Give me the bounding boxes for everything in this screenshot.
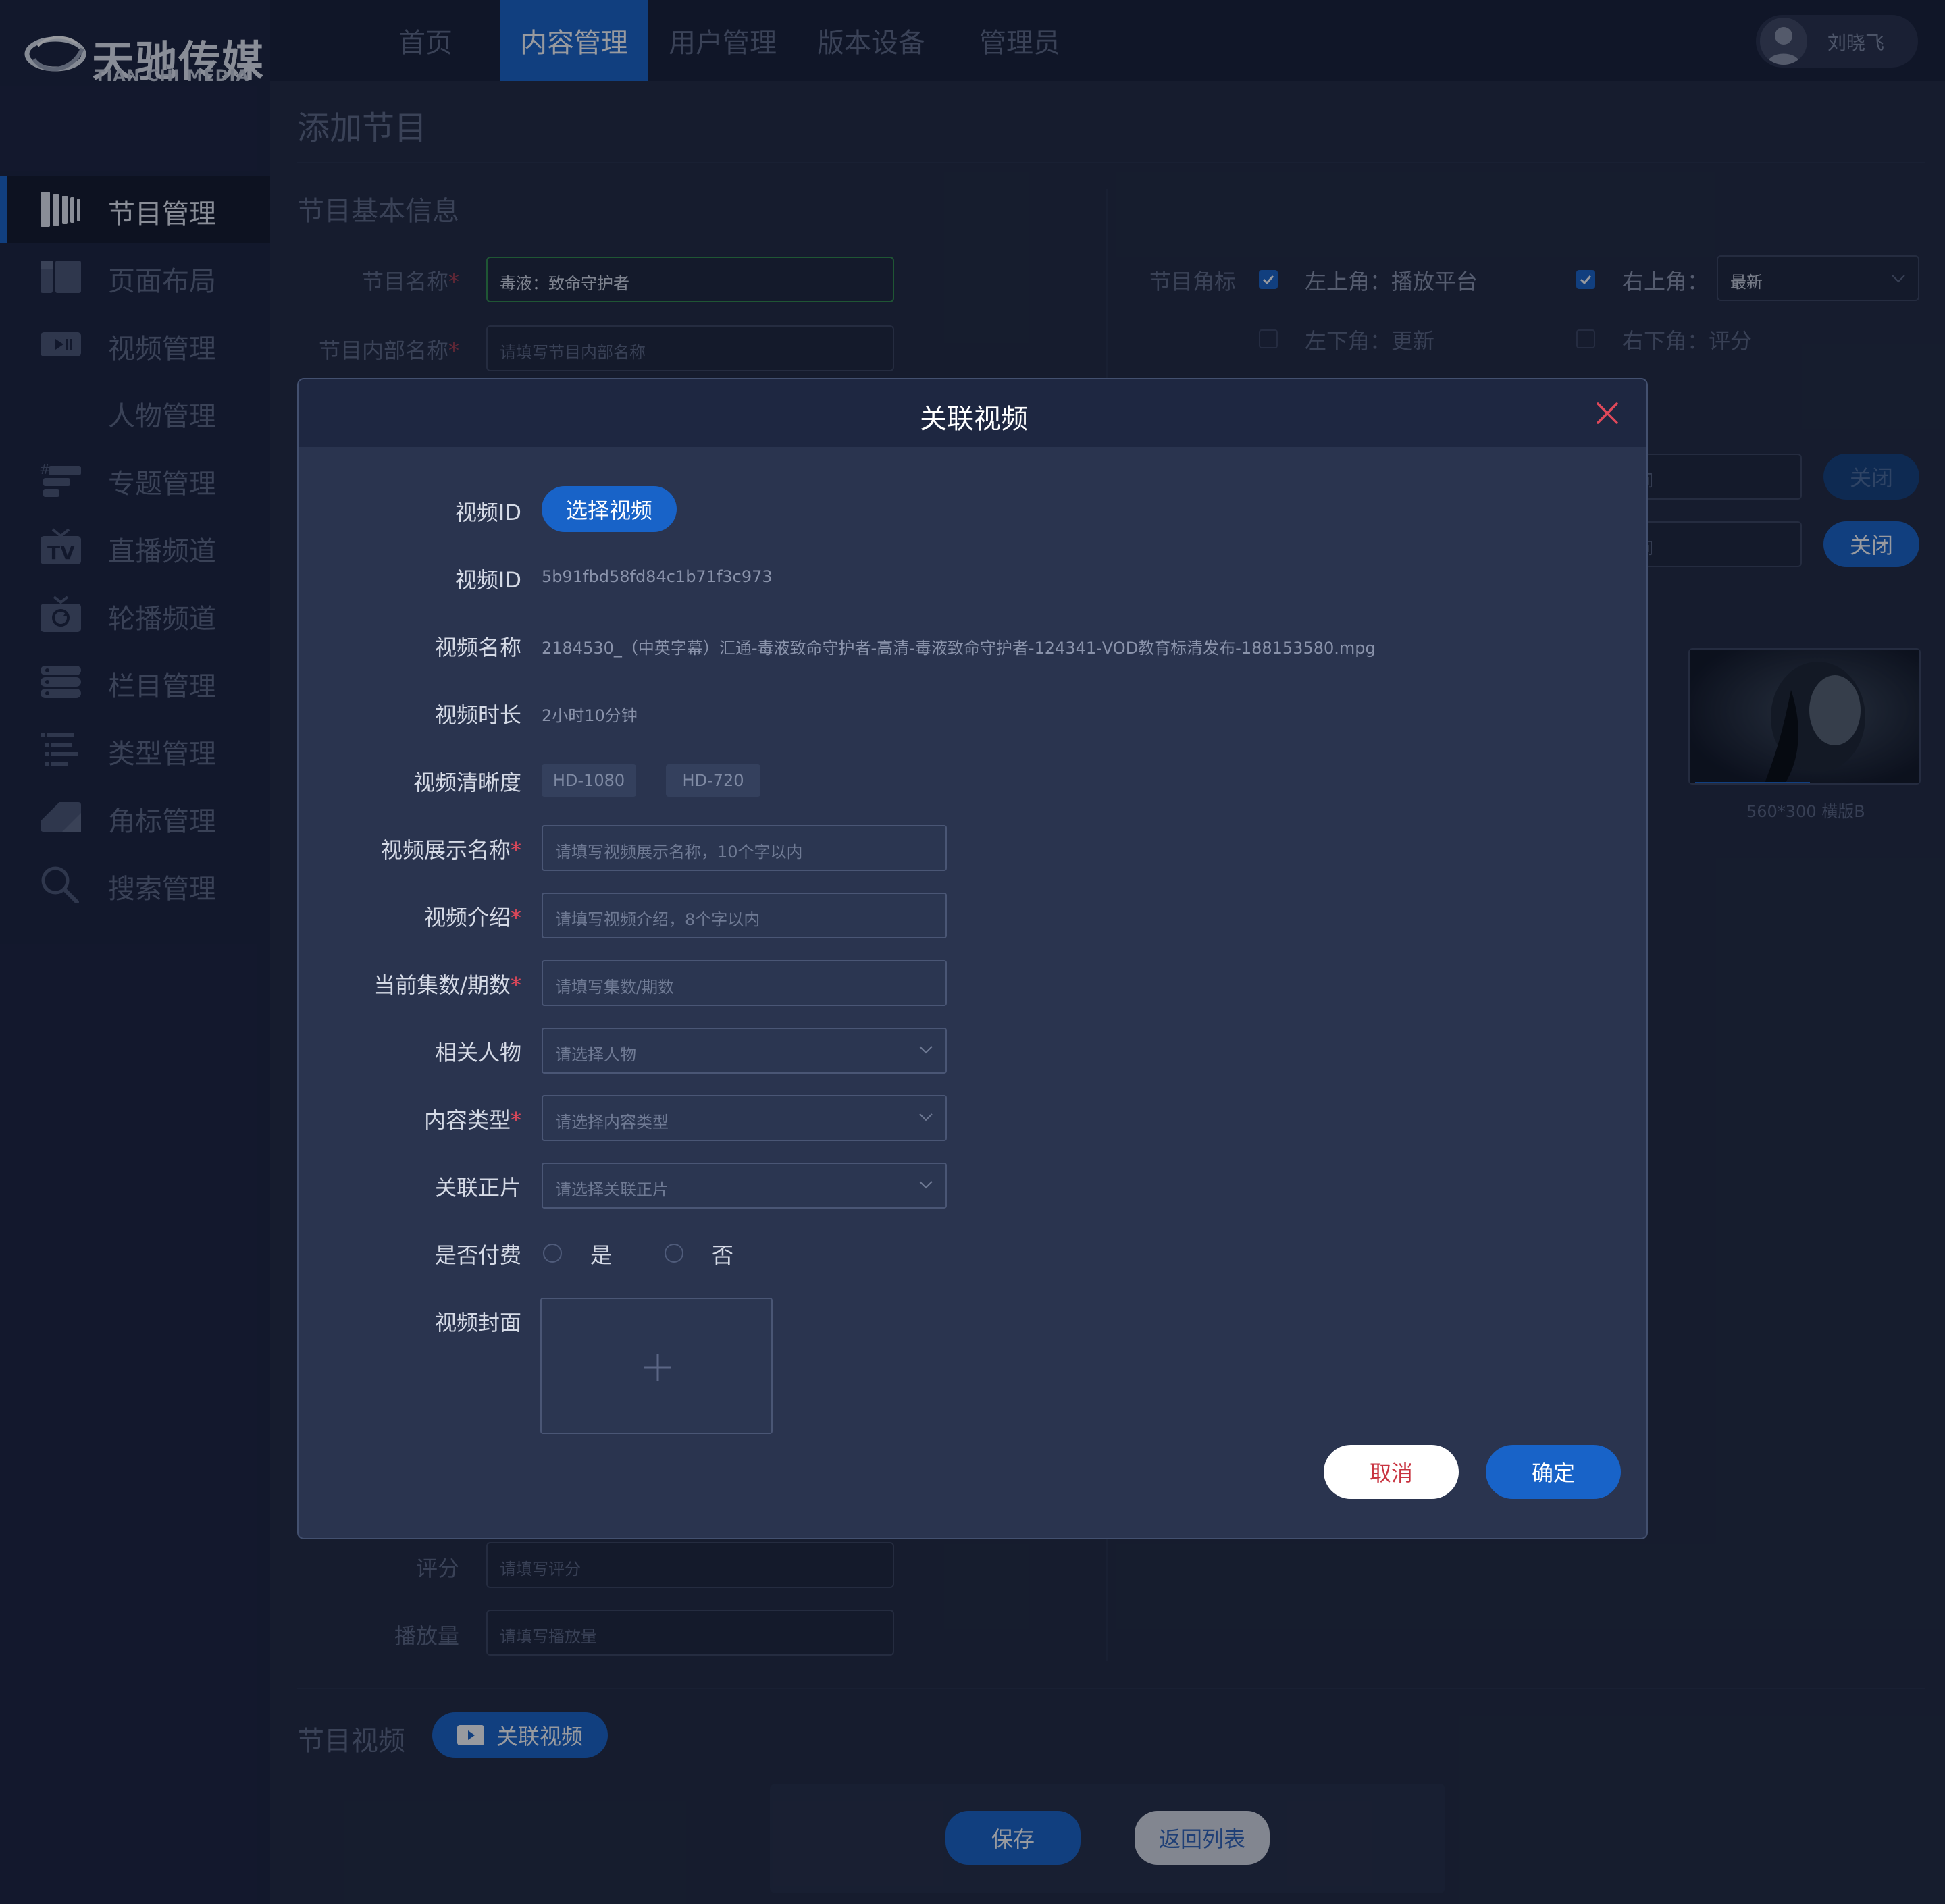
related-select[interactable]: 请选择关联正片 — [542, 1163, 947, 1209]
plus-icon — [643, 1352, 673, 1382]
episode-label: 当前集数/期数* — [373, 972, 521, 998]
duration-value: 2小时10分钟 — [542, 706, 638, 725]
people-select[interactable]: 请选择人物 — [542, 1028, 947, 1074]
intro-input[interactable]: 请填写视频介绍，8个字以内 — [542, 893, 947, 938]
paid-no-radio[interactable] — [665, 1244, 683, 1263]
resolution-chip: HD-1080 — [542, 764, 636, 797]
cancel-button[interactable]: 取消 — [1324, 1445, 1459, 1499]
link-video-dialog: 关联视频 视频ID 选择视频 视频ID 5b91fbd58fd84c1b71f3… — [297, 378, 1648, 1539]
paid-yes-label: 是 — [590, 1242, 613, 1268]
paid-yes-radio[interactable] — [543, 1244, 562, 1263]
resolution-label: 视频清晰度 — [413, 770, 521, 795]
close-icon[interactable] — [1595, 401, 1619, 425]
select-video-label: 视频ID — [455, 500, 521, 525]
episode-input[interactable]: 请填写集数/期数 — [542, 960, 947, 1006]
dialog-header: 关联视频 — [299, 379, 1646, 447]
display-name-input[interactable]: 请填写视频展示名称，10个字以内 — [542, 825, 947, 871]
people-label: 相关人物 — [434, 1040, 521, 1065]
intro-label: 视频介绍* — [423, 905, 521, 930]
select-video-button[interactable]: 选择视频 — [542, 486, 677, 532]
related-label: 关联正片 — [434, 1175, 521, 1200]
duration-label: 视频时长 — [434, 702, 521, 728]
content-type-label: 内容类型* — [423, 1107, 521, 1133]
paid-label: 是否付费 — [434, 1242, 521, 1268]
related-select-placeholder: 请选择关联正片 — [555, 1180, 669, 1199]
video-name-label: 视频名称 — [434, 635, 521, 660]
paid-no-label: 否 — [712, 1242, 734, 1268]
dialog-title: 关联视频 — [920, 404, 1028, 435]
video-id-label: 视频ID — [455, 567, 521, 593]
chevron-down-icon — [919, 1046, 933, 1054]
resolution-chip: HD-720 — [666, 764, 760, 797]
cover-upload[interactable] — [540, 1298, 773, 1434]
video-id-value: 5b91fbd58fd84c1b71f3c973 — [542, 567, 773, 586]
people-select-placeholder: 请选择人物 — [555, 1045, 636, 1064]
video-name-value: 2184530_（中英字幕）汇通-毒液致命守护者-高清-毒液致命守护者-1243… — [542, 639, 1376, 658]
chevron-down-icon — [919, 1113, 933, 1121]
content-type-select-placeholder: 请选择内容类型 — [555, 1113, 669, 1132]
cover-label: 视频封面 — [434, 1310, 521, 1336]
content-type-select[interactable]: 请选择内容类型 — [542, 1095, 947, 1141]
display-name-label: 视频展示名称* — [380, 837, 521, 863]
confirm-button[interactable]: 确定 — [1486, 1445, 1621, 1499]
chevron-down-icon — [919, 1181, 933, 1189]
